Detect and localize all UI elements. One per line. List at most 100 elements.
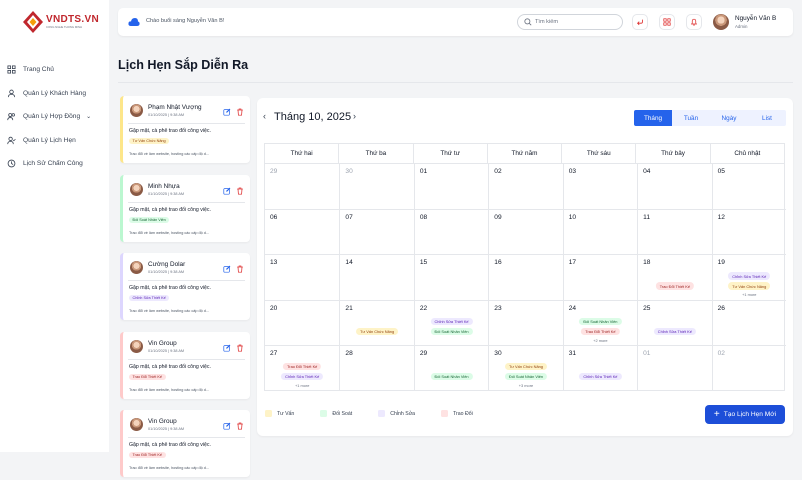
delete-button[interactable] bbox=[236, 417, 244, 430]
notifications-button[interactable] bbox=[686, 14, 702, 30]
day-cell[interactable]: 20 bbox=[265, 299, 340, 345]
sidebar-item-lich-hen[interactable]: Quản Lý Lịch Hẹn bbox=[0, 129, 109, 153]
day-cell[interactable]: 06 bbox=[265, 209, 340, 254]
appointment-card[interactable]: Vin Group 01/10/2025 | 9:38 AM Gặp mặt, cà… bbox=[120, 410, 250, 477]
search-box[interactable] bbox=[517, 14, 623, 30]
sidebar-item-cham-cong[interactable]: Lịch Sử Chấm Công bbox=[0, 152, 109, 176]
calendar-event[interactable]: Trao Đổi Thiết Kế bbox=[581, 327, 620, 336]
day-cell[interactable]: 01 bbox=[637, 344, 712, 390]
day-cell[interactable]: 15 bbox=[413, 254, 489, 300]
day-cell[interactable]: 17 bbox=[562, 254, 638, 300]
search-input[interactable] bbox=[535, 19, 615, 25]
calendar-event[interactable]: Tư Vấn Chức Năng bbox=[356, 327, 399, 336]
user-name[interactable]: Nguyễn Văn B bbox=[735, 15, 776, 22]
more-events-link[interactable]: +2 more bbox=[593, 338, 607, 343]
appointment-card[interactable]: Phạm Nhật Vượng 01/10/2025 | 9:38 AM Gặp m… bbox=[120, 96, 250, 163]
greeting-text: Chào buổi sáng Nguyễn Văn B! bbox=[146, 18, 225, 24]
calendar-event[interactable]: Chỉnh Sửa Thiết Kế bbox=[430, 317, 473, 326]
day-cell[interactable]: 08 bbox=[413, 209, 489, 255]
sidebar: VNDTS.VN CONG NGHE THONG MINH Trang Chủ Q… bbox=[0, 0, 109, 452]
day-cell[interactable]: 13 bbox=[265, 254, 340, 299]
more-events-link[interactable]: +1 more bbox=[742, 292, 756, 297]
user-avatar[interactable] bbox=[713, 14, 729, 30]
calendar-event[interactable]: Tư Vấn Chức Năng bbox=[728, 282, 771, 290]
sidebar-item-khach-hang[interactable]: Quản Lý Khách Hàng bbox=[0, 82, 109, 106]
day-cell[interactable]: 30 bbox=[339, 164, 413, 210]
day-cell[interactable]: 24 Đối Soát Nhân Viên Trao Đổi Thiết Kế +2 … bbox=[562, 299, 638, 345]
day-cell[interactable]: 22 Chỉnh Sửa Thiết Kế Đối Soát Nhân Viên bbox=[413, 299, 489, 345]
day-cell[interactable]: 03 bbox=[562, 164, 637, 210]
day-cell[interactable]: 29 Đối Soát Nhân Viên bbox=[413, 344, 489, 390]
calendar-event[interactable]: Đối Soát Nhân Viên bbox=[430, 372, 473, 381]
more-events-link[interactable]: +1 more bbox=[295, 383, 309, 388]
calendar-event[interactable]: Đối Soát Nhân Viên bbox=[430, 327, 473, 336]
card-divider bbox=[128, 123, 245, 124]
edit-button[interactable] bbox=[223, 103, 231, 116]
day-cell[interactable]: 14 bbox=[339, 254, 414, 300]
day-cell[interactable]: 29 bbox=[265, 164, 339, 209]
day-cell[interactable]: 02 bbox=[488, 164, 562, 210]
apps-button[interactable] bbox=[659, 14, 675, 30]
day-cell[interactable]: 26 bbox=[711, 299, 786, 345]
day-cell[interactable]: 21 Tư Vấn Chức Năng bbox=[339, 299, 414, 345]
appointment-card[interactable]: Cường Dolar 01/10/2025 | 9:38 AM Gặp mặt, … bbox=[120, 253, 250, 320]
calendar-event[interactable]: Trao Đổi Thiết Kế bbox=[283, 362, 322, 371]
day-cell[interactable]: 12 bbox=[711, 209, 786, 255]
calendar-event[interactable]: Trao Đổi Thiết Kế bbox=[655, 282, 694, 290]
edit-button[interactable] bbox=[223, 260, 231, 273]
delete-button[interactable] bbox=[236, 339, 244, 352]
day-cell[interactable]: 11 bbox=[637, 209, 712, 255]
day-cell[interactable]: 04 bbox=[637, 164, 711, 210]
more-events-link[interactable]: +3 more bbox=[519, 383, 533, 388]
calendar-event[interactable]: Chỉnh Sửa Thiết Kế bbox=[579, 372, 622, 381]
calendar-event[interactable]: Đối Soát Nhân Viên bbox=[579, 317, 622, 326]
day-cell[interactable]: 19 Chỉnh Sửa Thiết Kế Tư Vấn Chức Năng +1 m… bbox=[711, 254, 786, 300]
day-cell[interactable]: 27 Trao Đổi Thiết Kế Chỉnh Sửa Thiết Kế +1 … bbox=[265, 344, 340, 390]
appointment-card[interactable]: Vin Group 01/10/2025 | 9:38 AM Gặp mặt, cà… bbox=[120, 331, 250, 399]
delete-button[interactable] bbox=[236, 103, 244, 116]
create-appointment-button[interactable]: + Tạo Lịch Hẹn Mới bbox=[705, 405, 785, 424]
brand-logo[interactable]: VNDTS.VN CONG NGHE THONG MINH bbox=[22, 10, 99, 34]
edit-button[interactable] bbox=[223, 182, 231, 195]
calendar-event[interactable]: Tư Vấn Chức Năng bbox=[504, 362, 547, 371]
day-cell[interactable]: 02 bbox=[711, 344, 786, 390]
sidebar-item-trang-chu[interactable]: Trang Chủ bbox=[0, 58, 109, 82]
create-appointment-label: Tạo Lịch Hẹn Mới bbox=[723, 411, 777, 418]
next-month-button[interactable]: › bbox=[353, 111, 356, 121]
appointment-card[interactable]: Minh Nhựa 01/10/2025 | 9:38 AM Gặp mặt, cà… bbox=[120, 174, 250, 242]
view-tab-1[interactable]: Tuần bbox=[672, 110, 710, 126]
day-cell[interactable]: 01 bbox=[413, 164, 488, 210]
calendar-event[interactable]: Chỉnh Sửa Thiết Kế bbox=[281, 372, 324, 381]
day-cell[interactable]: 31 Chỉnh Sửa Thiết Kế bbox=[562, 344, 638, 390]
page-title: Lịch Hẹn Sắp Diễn Ra bbox=[118, 58, 249, 72]
view-tab-2[interactable]: Ngày bbox=[710, 110, 748, 126]
day-cell[interactable]: 10 bbox=[562, 209, 638, 255]
delete-button[interactable] bbox=[236, 182, 244, 195]
day-cell[interactable]: 23 bbox=[488, 299, 563, 345]
calendar-event[interactable]: Chỉnh Sửa Thiết Kế bbox=[653, 327, 696, 336]
edit-button[interactable] bbox=[223, 417, 231, 430]
day-number: 17 bbox=[568, 259, 577, 267]
day-number: 07 bbox=[345, 214, 353, 222]
day-cell[interactable]: 28 bbox=[339, 344, 414, 390]
day-cell[interactable]: 09 bbox=[488, 209, 563, 255]
edit-icon bbox=[223, 108, 231, 116]
day-cell[interactable]: 05 bbox=[711, 164, 786, 210]
delete-button[interactable] bbox=[236, 260, 244, 273]
edit-button[interactable] bbox=[223, 339, 231, 352]
calendar-event[interactable]: Đối Soát Nhân Viên bbox=[504, 372, 548, 381]
day-cell[interactable]: 16 bbox=[488, 254, 563, 300]
logout-button[interactable] bbox=[632, 14, 648, 30]
day-cell[interactable]: 30 Tư Vấn Chức Năng Đối Soát Nhân Viên +3 m… bbox=[488, 344, 563, 390]
view-tab-0[interactable]: Tháng bbox=[634, 110, 672, 126]
day-cell[interactable]: 07 bbox=[339, 209, 414, 255]
day-cell[interactable]: 25 Chỉnh Sửa Thiết Kế bbox=[637, 299, 712, 345]
appointment-title: Gặp mặt, cà phê trao đổi công việc. bbox=[129, 285, 211, 291]
appointment-datetime: 01/10/2025 | 9:38 AM bbox=[148, 348, 185, 353]
sidebar-item-hop-dong[interactable]: Quản Lý Hợp Đồng ⌄ bbox=[0, 105, 109, 129]
view-tab-3[interactable]: List bbox=[748, 110, 786, 126]
day-cell[interactable]: 18 Trao Đổi Thiết Kế bbox=[637, 254, 712, 300]
prev-month-button[interactable]: ‹ bbox=[263, 111, 266, 121]
brand-tagline: CONG NGHE THONG MINH bbox=[46, 25, 82, 30]
calendar-event[interactable]: Chỉnh Sửa Thiết Kế bbox=[728, 272, 771, 280]
